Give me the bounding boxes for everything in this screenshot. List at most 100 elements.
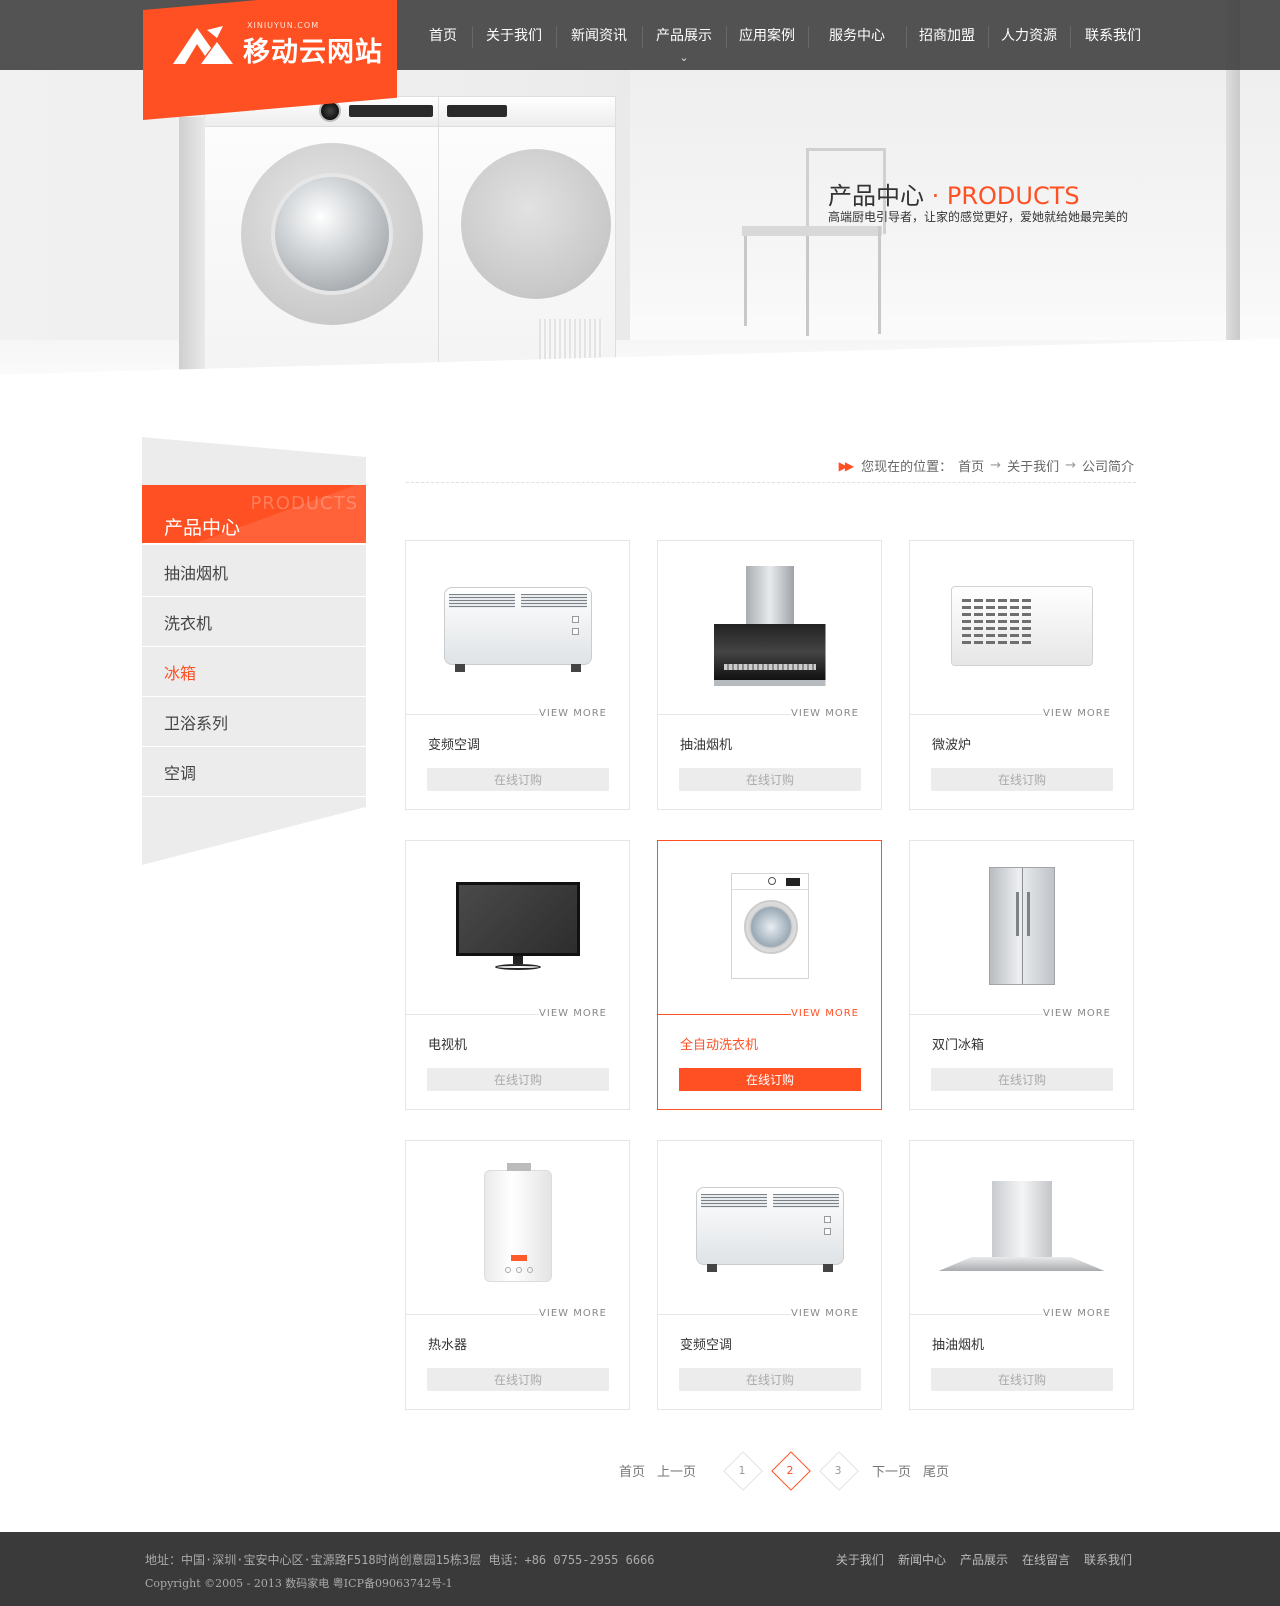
sidebar-item-range-hood[interactable]: 抽油烟机 (142, 547, 366, 597)
sidebar-title: 产品中心 (164, 517, 241, 539)
view-more-link[interactable]: VIEW MORE (791, 1008, 859, 1019)
breadcrumb-prefix: 您现在的位置： (861, 460, 953, 475)
pagination-first[interactable]: 首页 (619, 1461, 645, 1480)
breadcrumb-home[interactable]: 首页 (958, 456, 984, 475)
view-more-link[interactable]: VIEW MORE (539, 1308, 607, 1319)
product-name[interactable]: 抽油烟机 (932, 1334, 984, 1353)
view-more-link[interactable]: VIEW MORE (791, 708, 859, 719)
view-more-link[interactable]: VIEW MORE (1043, 1008, 1111, 1019)
order-online-button[interactable]: 在线订购 (427, 1068, 609, 1091)
order-online-button[interactable]: 在线订购 (931, 1368, 1113, 1391)
breadcrumb-arrow: → (1065, 458, 1076, 473)
footer-nav: 关于我们 新闻中心 产品展示 在线留言 联系我们 (836, 1551, 1132, 1568)
product-grid: VIEW MORE 变频空调 在线订购 VIEW MORE 抽油烟机 在线订购 … (405, 540, 1135, 1410)
product-image[interactable] (910, 1141, 1133, 1311)
product-card[interactable]: VIEW MORE 双门冰箱 在线订购 (909, 840, 1134, 1110)
nav-item-cases[interactable]: 应用案例 (726, 0, 808, 70)
nav-item-franchise[interactable]: 招商加盟 (906, 0, 988, 70)
range-hood-icon (713, 566, 826, 686)
product-image[interactable] (658, 1141, 881, 1311)
product-name[interactable]: 全自动洗衣机 (680, 1034, 758, 1053)
order-online-button[interactable]: 在线订购 (427, 768, 609, 791)
sidebar-item-fridge[interactable]: 冰箱 (142, 647, 366, 697)
pagination-page[interactable]: 1 (722, 1450, 762, 1490)
breadcrumb-divider (406, 482, 1136, 483)
pagination-prev[interactable]: 上一页 (657, 1461, 696, 1480)
order-online-button[interactable]: 在线订购 (931, 768, 1113, 791)
pagination-next[interactable]: 下一页 (872, 1461, 911, 1480)
view-more-link[interactable]: VIEW MORE (539, 1008, 607, 1019)
chair-leg (878, 226, 881, 334)
chair-leg (744, 236, 747, 326)
product-card[interactable]: VIEW MORE 抽油烟机 在线订购 (657, 540, 882, 810)
nav-item-service[interactable]: 服务中心 (808, 0, 906, 70)
product-name[interactable]: 微波炉 (932, 734, 971, 753)
water-heater-icon (483, 1163, 552, 1282)
main-nav: 首页 关于我们 新闻资讯 产品展示 应用案例 服务中心 招商加盟 人力资源 联系… (414, 0, 1156, 70)
dryer-illustration (438, 96, 616, 388)
pagination-page-current[interactable]: 2 (770, 1450, 810, 1490)
nav-item-contact[interactable]: 联系我们 (1070, 0, 1156, 70)
double-chevron-right-icon: ▶▶ (838, 458, 855, 473)
product-card[interactable]: VIEW MORE 变频空调 在线订购 (657, 1140, 882, 1410)
view-more-link[interactable]: VIEW MORE (1043, 1308, 1111, 1319)
order-online-button[interactable]: 在线订购 (679, 1368, 861, 1391)
view-more-link[interactable]: VIEW MORE (791, 1308, 859, 1319)
footer-link-products[interactable]: 产品展示 (960, 1551, 1008, 1568)
footer-link-message[interactable]: 在线留言 (1022, 1551, 1070, 1568)
product-card[interactable]: VIEW MORE 电视机 在线订购 (405, 840, 630, 1110)
hero-title-separator: · (924, 182, 947, 210)
logo-name: 移动云网站 (243, 37, 383, 68)
order-online-button[interactable]: 在线订购 (679, 768, 861, 791)
product-name[interactable]: 变频空调 (428, 734, 480, 753)
washing-machine-illustration (179, 96, 440, 389)
footer-link-news[interactable]: 新闻中心 (898, 1551, 946, 1568)
product-card[interactable]: VIEW MORE 热水器 在线订购 (405, 1140, 630, 1410)
nav-item-news[interactable]: 新闻资讯 (556, 0, 642, 70)
footer-link-contact[interactable]: 联系我们 (1084, 1551, 1132, 1568)
view-more-link[interactable]: VIEW MORE (1043, 708, 1111, 719)
product-card-active[interactable]: VIEW MORE 全自动洗衣机 在线订购 (657, 840, 882, 1110)
nav-item-home[interactable]: 首页 (414, 0, 472, 70)
product-image[interactable] (910, 841, 1133, 1011)
sidebar-header: PRODUCTS 产品中心 (142, 485, 366, 545)
product-image[interactable] (658, 841, 881, 1011)
product-image[interactable] (406, 541, 629, 711)
sidebar-item-washer[interactable]: 洗衣机 (142, 597, 366, 647)
nav-item-hr[interactable]: 人力资源 (988, 0, 1070, 70)
sidebar-list: 抽油烟机 洗衣机 冰箱 卫浴系列 空调 (142, 547, 366, 797)
order-online-button[interactable]: 在线订购 (679, 1068, 861, 1091)
product-name[interactable]: 双门冰箱 (932, 1034, 984, 1053)
hero-subtitle: 高端厨电引导者，让家的感觉更好，爱她就给她最完美的 (828, 210, 1129, 224)
breadcrumb-current[interactable]: 公司简介 (1082, 456, 1134, 475)
product-name[interactable]: 抽油烟机 (680, 734, 732, 753)
pagination: 首页 上一页 1 2 3 下一页 尾页 (619, 1450, 961, 1490)
heater-icon (443, 587, 592, 672)
product-name[interactable]: 变频空调 (680, 1334, 732, 1353)
footer-link-about[interactable]: 关于我们 (836, 1551, 884, 1568)
product-image[interactable] (406, 841, 629, 1011)
nav-item-about[interactable]: 关于我们 (472, 0, 556, 70)
product-name[interactable]: 热水器 (428, 1334, 467, 1353)
pagination-page[interactable]: 3 (818, 1450, 858, 1490)
sidebar-item-bathroom[interactable]: 卫浴系列 (142, 697, 366, 747)
product-name[interactable]: 电视机 (428, 1034, 467, 1053)
product-image[interactable] (406, 1141, 629, 1311)
breadcrumb-arrow: → (990, 458, 1002, 473)
microwave-icon (950, 586, 1093, 666)
site-logo[interactable]: XINIUYUN.COM 移动云网站 (143, 0, 397, 100)
view-more-link[interactable]: VIEW MORE (539, 708, 607, 719)
sidebar-item-aircon[interactable]: 空调 (142, 747, 366, 797)
nav-item-products[interactable]: 产品展示 (642, 0, 726, 70)
breadcrumb-about[interactable]: 关于我们 (1007, 456, 1059, 475)
product-card[interactable]: VIEW MORE 微波炉 在线订购 (909, 540, 1134, 810)
order-online-button[interactable]: 在线订购 (427, 1368, 609, 1391)
footer: 地址：中国·深圳·宝安中心区·宝源路F518时尚创意园15栋3层 电话：+86 … (0, 1532, 1280, 1606)
product-card[interactable]: VIEW MORE 抽油烟机 在线订购 (909, 1140, 1134, 1410)
pagination-last[interactable]: 尾页 (923, 1461, 949, 1480)
product-image[interactable] (658, 541, 881, 711)
product-card[interactable]: VIEW MORE 变频空调 在线订购 (405, 540, 630, 810)
order-online-button[interactable]: 在线订购 (931, 1068, 1113, 1091)
logo-domain: XINIUYUN.COM (247, 21, 320, 30)
product-image[interactable] (910, 541, 1133, 711)
